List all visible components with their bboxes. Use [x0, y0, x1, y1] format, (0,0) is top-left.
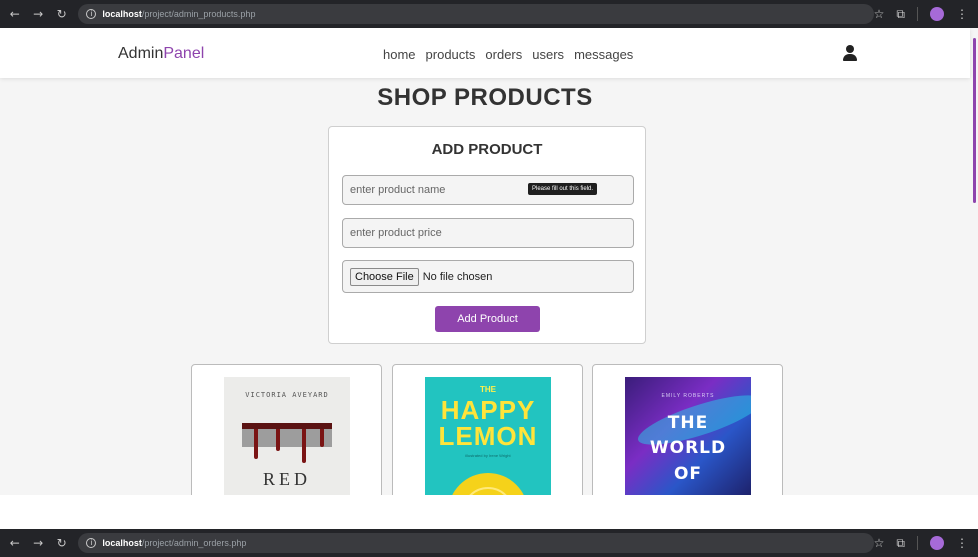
- product-name-input[interactable]: enter product name Please fill out this …: [342, 175, 634, 205]
- book-title-line2: WORLD: [649, 438, 727, 458]
- site-header: AdminPanel home products orders users me…: [0, 28, 970, 78]
- user-icon[interactable]: [843, 45, 857, 61]
- browser-toolbar: ← → ↻ i localhost /project/admin_product…: [0, 0, 978, 28]
- book-title-line1: HAPPY: [440, 395, 536, 425]
- product-card: VICTORIA AVEYARD RED: [191, 364, 382, 495]
- blood-drip: [302, 429, 306, 463]
- book-title-the: THE: [480, 385, 496, 394]
- bookmark-star-icon[interactable]: ☆: [874, 7, 885, 21]
- reload-icon[interactable]: ↻: [53, 5, 70, 23]
- product-image-file-input: Choose File No file chosen: [342, 260, 634, 293]
- choose-file-button[interactable]: Choose File: [350, 267, 419, 286]
- forward-arrow-icon[interactable]: →: [29, 534, 46, 552]
- blood-drip: [254, 429, 258, 459]
- product-price-placeholder: enter product price: [350, 227, 442, 239]
- nav-orders-link[interactable]: orders: [485, 47, 522, 62]
- browser-menu-icon[interactable]: ⋮: [956, 7, 968, 21]
- book-title-line1: THE: [667, 413, 709, 433]
- file-status: No file chosen: [422, 270, 493, 283]
- logo-text: Admin: [118, 45, 164, 62]
- reload-icon[interactable]: ↻: [53, 534, 70, 552]
- url-host: localhost: [102, 9, 142, 19]
- product-price-input[interactable]: enter product price: [342, 218, 634, 248]
- book-title-line3: OF: [673, 464, 703, 484]
- profile-avatar-icon[interactable]: [930, 536, 944, 550]
- book-title-line2: LEMON: [438, 421, 538, 451]
- nav-products-link[interactable]: products: [426, 47, 476, 62]
- blood-drip: [276, 429, 280, 451]
- toolbar-divider: [917, 536, 918, 550]
- nav-home-link[interactable]: home: [383, 47, 416, 62]
- form-title: ADD PRODUCT: [431, 141, 543, 158]
- book-title: RED: [263, 469, 311, 489]
- book-cover-red: VICTORIA AVEYARD RED: [224, 377, 350, 495]
- profile-avatar-icon[interactable]: [930, 7, 944, 21]
- forward-arrow-icon[interactable]: →: [29, 5, 46, 23]
- address-bar[interactable]: i localhost /project/admin_products.php: [78, 4, 874, 24]
- book-author: EMILY ROBERTS: [661, 393, 715, 399]
- address-bar[interactable]: i localhost /project/admin_orders.php: [78, 533, 874, 553]
- book-author: VICTORIA AVEYARD: [245, 391, 329, 399]
- add-product-form: ADD PRODUCT enter product name Please fi…: [328, 126, 646, 344]
- blood-drip: [320, 429, 324, 447]
- logo-accent-text: Panel: [163, 45, 205, 62]
- nav-messages-link[interactable]: messages: [574, 47, 633, 62]
- admin-logo[interactable]: AdminPanel: [118, 45, 204, 63]
- extensions-icon[interactable]: ⧉: [896, 7, 905, 22]
- url-path: /project/admin_products.php: [141, 9, 256, 19]
- page-viewport: AdminPanel home products orders users me…: [0, 28, 978, 495]
- page-scrollbar[interactable]: [973, 38, 976, 203]
- toolbar-divider: [917, 7, 918, 21]
- main-nav: home products orders users messages: [383, 47, 633, 62]
- site-info-icon[interactable]: i: [86, 538, 97, 548]
- book-cover-happy-lemon: THE HAPPY LEMON illustrated by Irene Wri…: [425, 377, 551, 495]
- book-credit: illustrated by Irene Wright: [465, 453, 511, 458]
- product-name-placeholder: enter product name: [350, 184, 446, 196]
- page-title: SHOP PRODUCTS: [377, 84, 593, 111]
- bookmark-star-icon[interactable]: ☆: [874, 536, 885, 550]
- browser-menu-icon[interactable]: ⋮: [956, 536, 968, 550]
- product-card: EMILY ROBERTS THE WORLD OF: [592, 364, 783, 495]
- url-path: /project/admin_orders.php: [141, 538, 247, 548]
- back-arrow-icon[interactable]: ←: [6, 534, 23, 552]
- url-host: localhost: [102, 538, 142, 548]
- product-card: THE HAPPY LEMON illustrated by Irene Wri…: [392, 364, 583, 495]
- site-info-icon[interactable]: i: [86, 9, 97, 19]
- nav-users-link[interactable]: users: [532, 47, 564, 62]
- screenshot-gap: [0, 495, 978, 529]
- validation-tooltip: Please fill out this field.: [528, 183, 598, 195]
- browser-toolbar-second: ← → ↻ i localhost /project/admin_orders.…: [0, 529, 978, 557]
- add-product-button[interactable]: Add Product: [435, 306, 540, 332]
- book-cover-the-world-of: EMILY ROBERTS THE WORLD OF: [625, 377, 751, 495]
- extensions-icon[interactable]: ⧉: [896, 536, 905, 551]
- back-arrow-icon[interactable]: ←: [6, 5, 23, 23]
